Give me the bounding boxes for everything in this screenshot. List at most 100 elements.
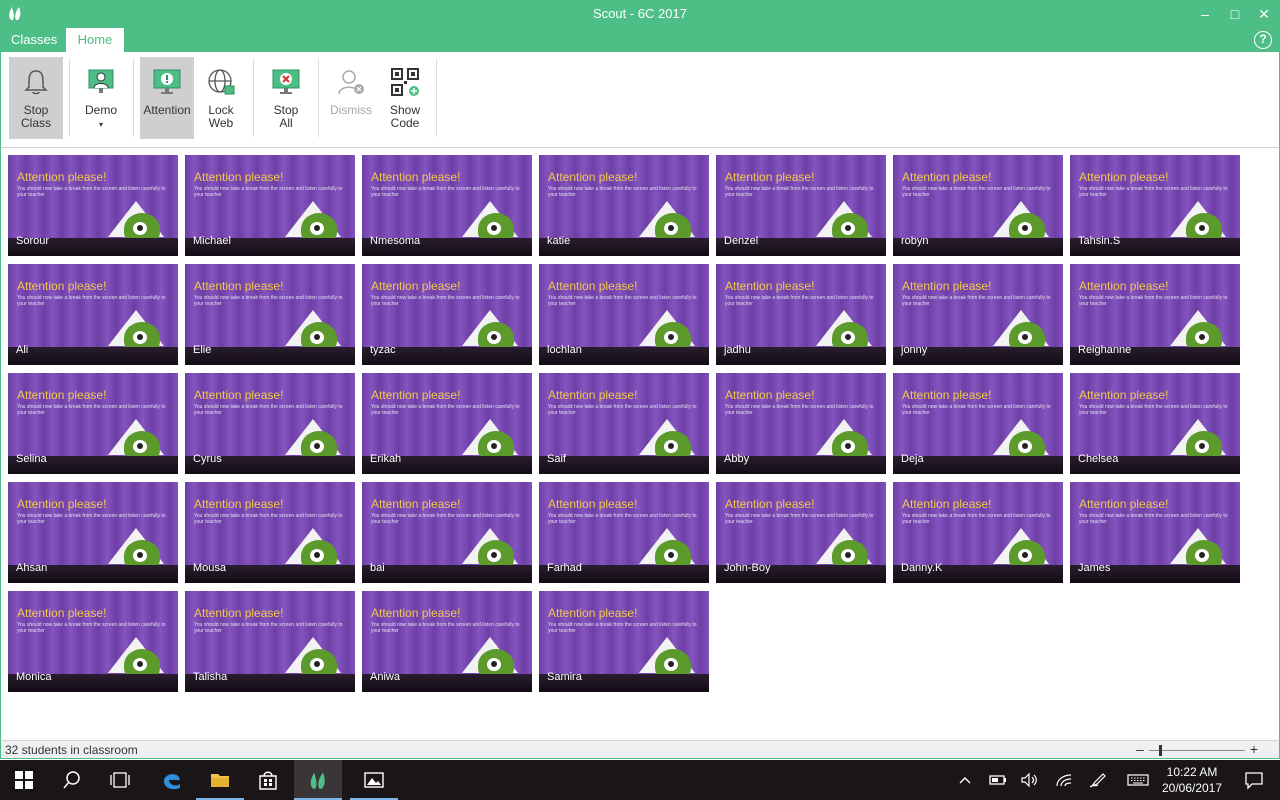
student-screen-tile[interactable]: Attention please! You should now take a b… xyxy=(539,591,709,692)
student-screen-tile[interactable]: Attention please! You should now take a b… xyxy=(362,264,532,365)
student-screen-tile[interactable]: Attention please! You should now take a b… xyxy=(539,264,709,365)
student-screen-tile[interactable]: Attention please! You should now take a b… xyxy=(8,373,178,474)
student-screen-tile[interactable]: Attention please! You should now take a b… xyxy=(1070,373,1240,474)
attention-message: You should now take a break from the scr… xyxy=(194,513,343,525)
chevron-down-icon: ▾ xyxy=(98,120,103,129)
student-name: Tahsin.S xyxy=(1078,235,1121,247)
clock-date: 20/06/2017 xyxy=(1161,781,1223,795)
student-name: Ali xyxy=(16,344,29,356)
minimize-button[interactable]: – xyxy=(1190,2,1220,26)
photos-button[interactable] xyxy=(350,760,398,800)
student-screen-tile[interactable]: Attention please! You should now take a b… xyxy=(185,482,355,583)
student-screen-tile[interactable]: Attention please! You should now take a b… xyxy=(185,264,355,365)
student-screen-tile[interactable]: Attention please! You should now take a b… xyxy=(893,264,1063,365)
student-name: Saif xyxy=(547,453,566,465)
student-screen-tile[interactable]: Attention please! You should now take a b… xyxy=(893,482,1063,583)
task-view-button[interactable] xyxy=(96,760,144,800)
student-screen-tile[interactable]: Attention please! You should now take a b… xyxy=(716,482,886,583)
battery-button[interactable] xyxy=(984,760,1012,800)
close-button[interactable]: ✕ xyxy=(1249,2,1279,26)
attention-message: You should now take a break from the scr… xyxy=(194,186,343,198)
ribbon-separator xyxy=(318,59,319,137)
attention-heading: Attention please! xyxy=(17,170,107,184)
student-screen-tile[interactable]: Attention please! You should now take a b… xyxy=(716,264,886,365)
search-button[interactable] xyxy=(48,760,96,800)
action-center-button[interactable] xyxy=(1234,760,1274,800)
attention-message: You should now take a break from the scr… xyxy=(371,295,520,307)
help-icon[interactable]: ? xyxy=(1254,31,1272,49)
attention-monitor-icon xyxy=(153,69,181,94)
student-screen-tile[interactable]: Attention please! You should now take a b… xyxy=(8,264,178,365)
attention-heading: Attention please! xyxy=(725,388,815,402)
student-screen-tile[interactable]: Attention please! You should now take a b… xyxy=(362,373,532,474)
network-button[interactable] xyxy=(1050,760,1078,800)
zoom-track xyxy=(1149,750,1245,751)
stop-all-button[interactable]: Stop All xyxy=(259,57,313,139)
scout-taskbar-button[interactable] xyxy=(294,760,342,800)
student-screen-tile[interactable]: Attention please! You should now take a b… xyxy=(362,482,532,583)
student-screen-tile[interactable]: Attention please! You should now take a b… xyxy=(185,591,355,692)
zoom-thumb[interactable] xyxy=(1158,745,1162,756)
windows-logo-icon xyxy=(15,771,33,789)
student-screen-tile[interactable]: Attention please! You should now take a b… xyxy=(1070,155,1240,256)
attention-heading: Attention please! xyxy=(194,279,284,293)
attention-message: You should now take a break from the scr… xyxy=(548,186,697,198)
attention-message: You should now take a break from the scr… xyxy=(725,513,874,525)
student-screen-tile[interactable]: Attention please! You should now take a b… xyxy=(362,155,532,256)
touch-keyboard-button[interactable] xyxy=(1122,760,1154,800)
student-screen-tile[interactable]: Attention please! You should now take a b… xyxy=(539,155,709,256)
show-hidden-icons-button[interactable] xyxy=(952,760,980,800)
notification-icon xyxy=(1245,772,1263,790)
attention-message: You should now take a break from the scr… xyxy=(371,513,520,525)
student-screen-tile[interactable]: Attention please! You should now take a b… xyxy=(185,155,355,256)
system-clock[interactable]: 10:22 AM 20/06/2017 xyxy=(1156,764,1228,796)
attention-heading: Attention please! xyxy=(371,388,461,402)
student-screen-tile[interactable]: Attention please! You should now take a b… xyxy=(716,373,886,474)
attention-message: You should now take a break from the scr… xyxy=(725,186,874,198)
tab-classes[interactable]: Classes xyxy=(0,28,68,52)
lock-web-button[interactable]: Lock Web xyxy=(194,57,248,139)
student-name: Reighanne xyxy=(1078,344,1132,356)
show-code-button[interactable]: Show Code xyxy=(378,57,432,139)
student-screen-tile[interactable]: Attention please! You should now take a b… xyxy=(1070,264,1240,365)
attention-heading: Attention please! xyxy=(194,606,284,620)
attention-button[interactable]: Attention xyxy=(140,57,194,139)
student-screen-tile[interactable]: Attention please! You should now take a b… xyxy=(8,591,178,692)
zoom-in-button[interactable]: + xyxy=(1249,741,1259,757)
student-screen-tile[interactable]: Attention please! You should now take a b… xyxy=(893,373,1063,474)
volume-button[interactable] xyxy=(1016,760,1044,800)
dismiss-button[interactable]: Dismiss xyxy=(324,57,378,139)
edge-button[interactable] xyxy=(148,760,196,800)
window-title: Scout - 6C 2017 xyxy=(593,6,687,21)
student-name: Chelsea xyxy=(1078,453,1119,465)
file-explorer-button[interactable] xyxy=(196,760,244,800)
student-name: Erikah xyxy=(370,453,402,465)
attention-heading: Attention please! xyxy=(371,497,461,511)
student-screen-tile[interactable]: Attention please! You should now take a b… xyxy=(893,155,1063,256)
store-button[interactable] xyxy=(244,760,292,800)
student-name: jonny xyxy=(901,344,928,356)
bell-icon xyxy=(24,70,48,95)
student-screen-tile[interactable]: Attention please! You should now take a b… xyxy=(716,155,886,256)
stop-class-button[interactable]: Stop Class xyxy=(9,57,63,139)
demo-button[interactable]: Demo ▾ xyxy=(74,57,128,139)
student-screen-tile[interactable]: Attention please! You should now take a b… xyxy=(539,482,709,583)
student-screen-tile[interactable]: Attention please! You should now take a b… xyxy=(8,155,178,256)
student-screen-tile[interactable]: Attention please! You should now take a b… xyxy=(8,482,178,583)
attention-message: You should now take a break from the scr… xyxy=(17,186,166,198)
student-screen-tile[interactable]: Attention please! You should now take a b… xyxy=(185,373,355,474)
student-screen-tile[interactable]: Attention please! You should now take a b… xyxy=(539,373,709,474)
student-name: Talisha xyxy=(193,671,228,683)
attention-heading: Attention please! xyxy=(548,606,638,620)
wifi-icon xyxy=(1056,774,1072,787)
zoom-slider[interactable]: – + xyxy=(1135,741,1259,758)
student-screen-tile[interactable]: Attention please! You should now take a b… xyxy=(1070,482,1240,583)
tab-home[interactable]: Home xyxy=(66,28,124,52)
pen-workspace-button[interactable] xyxy=(1084,760,1112,800)
ribbon-toolbar: Stop Class Demo ▾ Attention Lock Web Sto… xyxy=(0,52,1280,148)
zoom-out-button[interactable]: – xyxy=(1135,741,1145,757)
student-screen-tile[interactable]: Attention please! You should now take a b… xyxy=(362,591,532,692)
maximize-button[interactable]: □ xyxy=(1220,2,1250,26)
start-button[interactable] xyxy=(0,760,48,800)
student-name: Denzel xyxy=(724,235,759,247)
